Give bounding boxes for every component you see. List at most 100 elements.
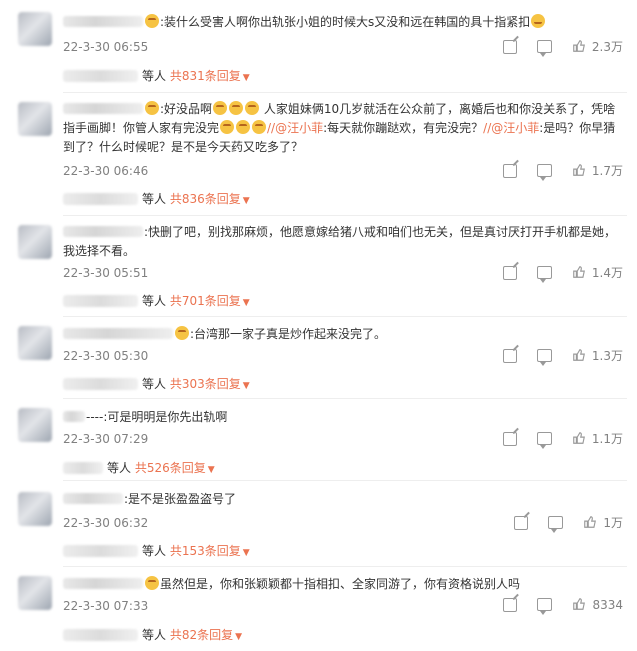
share-icon[interactable] bbox=[502, 265, 517, 280]
emoji-icon bbox=[236, 120, 251, 134]
reply-suffix: 等人 bbox=[142, 544, 167, 558]
comment-icon[interactable] bbox=[536, 164, 552, 181]
comment-text: 虽然但是，你和张颖颖都十指相扣、全家同游了，你有资格说别人吗 bbox=[160, 577, 521, 591]
emoji-icon bbox=[229, 101, 244, 115]
username-blurred[interactable] bbox=[63, 103, 143, 114]
reply-count-link[interactable]: 共153条回复 bbox=[170, 544, 241, 558]
like-button[interactable]: 1万 bbox=[583, 514, 623, 531]
comment-time: 22-3-30 06:55 bbox=[63, 40, 149, 54]
caret-down-icon: ▼ bbox=[242, 196, 250, 206]
reply-count-link[interactable]: 共303条回复 bbox=[170, 377, 241, 391]
like-count: 1.3万 bbox=[591, 349, 623, 363]
username-blurred[interactable] bbox=[63, 328, 173, 339]
thumbs-up-icon bbox=[573, 164, 585, 176]
comment-icon[interactable] bbox=[536, 349, 552, 366]
reply-users-blurred bbox=[63, 295, 138, 307]
share-icon[interactable] bbox=[502, 348, 517, 363]
mention-link[interactable]: //@汪小菲 bbox=[483, 121, 539, 135]
reply-summary[interactable]: 等人 共836条回复 ▼ bbox=[63, 190, 250, 207]
comment-icon[interactable] bbox=[536, 432, 552, 449]
like-count: 1万 bbox=[603, 516, 623, 530]
like-button[interactable]: 2.3万 bbox=[572, 38, 623, 55]
comment-text: :好没品啊 bbox=[160, 102, 213, 116]
like-button[interactable]: 8334 bbox=[572, 597, 623, 612]
reply-users-blurred bbox=[63, 462, 103, 474]
comment-text: :装什么受害人啊你出轨张小姐的时候大s又没和远在韩国的具十指紧扣 bbox=[160, 15, 531, 29]
comment-body: :装什么受害人啊你出轨张小姐的时候大s又没和远在韩国的具十指紧扣 bbox=[63, 13, 625, 32]
caret-down-icon: ▼ bbox=[207, 465, 215, 475]
comment-body: 虽然但是，你和张颖颖都十指相扣、全家同游了，你有资格说别人吗 bbox=[63, 575, 625, 594]
avatar[interactable] bbox=[18, 576, 52, 610]
reply-summary[interactable]: 等人 共831条回复 ▼ bbox=[63, 67, 250, 84]
like-button[interactable]: 1.4万 bbox=[572, 264, 623, 281]
reply-summary[interactable]: 等人 共701条回复 ▼ bbox=[63, 292, 250, 309]
thumbs-up-icon bbox=[573, 598, 586, 610]
comment-item: :好没品啊 人家姐妹俩10几岁就活在公众前了，离婚后也和你没关系了，凭啥指手画脚… bbox=[0, 92, 637, 218]
reply-count-link[interactable]: 共836条回复 bbox=[170, 192, 241, 206]
caret-down-icon: ▼ bbox=[242, 548, 250, 558]
username-blurred[interactable] bbox=[63, 411, 85, 422]
like-count: 1.7万 bbox=[591, 164, 623, 178]
comment-text: :台湾那一家子真是炒作起来没完了。 bbox=[190, 327, 387, 341]
emoji-icon bbox=[531, 14, 546, 28]
avatar[interactable] bbox=[18, 102, 52, 136]
caret-down-icon: ▼ bbox=[242, 298, 250, 308]
like-count: 1.1万 bbox=[591, 432, 623, 446]
like-button[interactable]: 1.7万 bbox=[572, 162, 623, 179]
comment-time: 22-3-30 07:29 bbox=[63, 432, 149, 446]
username-blurred[interactable] bbox=[63, 226, 143, 237]
reply-suffix: 等人 bbox=[142, 69, 167, 83]
like-button[interactable]: 1.3万 bbox=[572, 347, 623, 364]
comment-body: :是不是张盈盈盗号了 bbox=[63, 490, 625, 509]
reply-suffix: 等人 bbox=[142, 377, 167, 391]
comment-item: :快删了吧，别找那麻烦，他愿意嫁给猪八戒和咱们也无关，但是真讨厌打开手机都是她，… bbox=[0, 215, 637, 317]
comment-text: :快删了吧，别找那麻烦，他愿意嫁给猪八戒和咱们也无关，但是真讨厌打开手机都是她，… bbox=[63, 225, 617, 258]
avatar[interactable] bbox=[18, 326, 52, 360]
reply-count-link[interactable]: 共831条回复 bbox=[170, 69, 241, 83]
reply-count-link[interactable]: 共82条回复 bbox=[170, 628, 233, 642]
comment-time: 22-3-30 06:32 bbox=[63, 516, 149, 530]
reply-summary[interactable]: 等人 共82条回复 ▼ bbox=[63, 626, 242, 643]
username-blurred[interactable] bbox=[63, 493, 123, 504]
comment-actions: 1.1万 bbox=[483, 430, 623, 449]
share-icon[interactable] bbox=[514, 515, 529, 530]
reply-suffix: 等人 bbox=[107, 461, 132, 475]
avatar[interactable] bbox=[18, 225, 52, 259]
share-icon[interactable] bbox=[503, 597, 518, 612]
comment-time: 22-3-30 07:33 bbox=[63, 599, 149, 613]
share-icon[interactable] bbox=[502, 163, 517, 178]
reply-summary[interactable]: 等人 共153条回复 ▼ bbox=[63, 542, 250, 559]
comment-icon[interactable] bbox=[537, 598, 553, 615]
username-blurred[interactable] bbox=[63, 16, 143, 27]
share-icon[interactable] bbox=[502, 39, 517, 54]
username-blurred[interactable] bbox=[63, 578, 143, 589]
avatar[interactable] bbox=[18, 492, 52, 526]
avatar[interactable] bbox=[18, 408, 52, 442]
comment-icon[interactable] bbox=[536, 40, 552, 57]
share-icon[interactable] bbox=[502, 431, 517, 446]
reply-users-blurred bbox=[63, 545, 138, 557]
comment-time: 22-3-30 05:30 bbox=[63, 349, 149, 363]
comment-icon[interactable] bbox=[548, 516, 564, 533]
avatar[interactable] bbox=[18, 12, 52, 46]
reply-count-link[interactable]: 共526条回复 bbox=[135, 461, 206, 475]
reply-summary[interactable]: 等人 共303条回复 ▼ bbox=[63, 375, 250, 392]
reply-count-link[interactable]: 共701条回复 bbox=[170, 294, 241, 308]
reply-summary[interactable]: 等人 共526条回复 ▼ bbox=[63, 459, 215, 476]
emoji-icon bbox=[145, 576, 159, 590]
comment-item: :是不是张盈盈盗号了 22-3-30 06:32 1万 等人 共153条回复 ▼ bbox=[0, 480, 637, 566]
emoji-icon bbox=[252, 120, 267, 134]
thumbs-up-icon bbox=[573, 266, 585, 278]
mention-link[interactable]: //@汪小菲 bbox=[267, 121, 323, 135]
comment-item: :台湾那一家子真是炒作起来没完了。 22-3-30 05:30 1.3万 等人 … bbox=[0, 316, 637, 398]
comment-text: ----:可是明明是你先出轨啊 bbox=[86, 410, 228, 424]
comment-body: :台湾那一家子真是炒作起来没完了。 bbox=[63, 325, 625, 344]
like-button[interactable]: 1.1万 bbox=[572, 430, 623, 447]
comment-actions: 8334 bbox=[483, 597, 623, 615]
reply-users-blurred bbox=[63, 70, 138, 82]
emoji-icon bbox=[245, 101, 260, 115]
like-count: 1.4万 bbox=[591, 266, 623, 280]
comment-item: 虽然但是，你和张颖颖都十指相扣、全家同游了，你有资格说别人吗 22-3-30 0… bbox=[0, 566, 637, 651]
caret-down-icon: ▼ bbox=[242, 381, 250, 391]
comment-icon[interactable] bbox=[536, 266, 552, 283]
